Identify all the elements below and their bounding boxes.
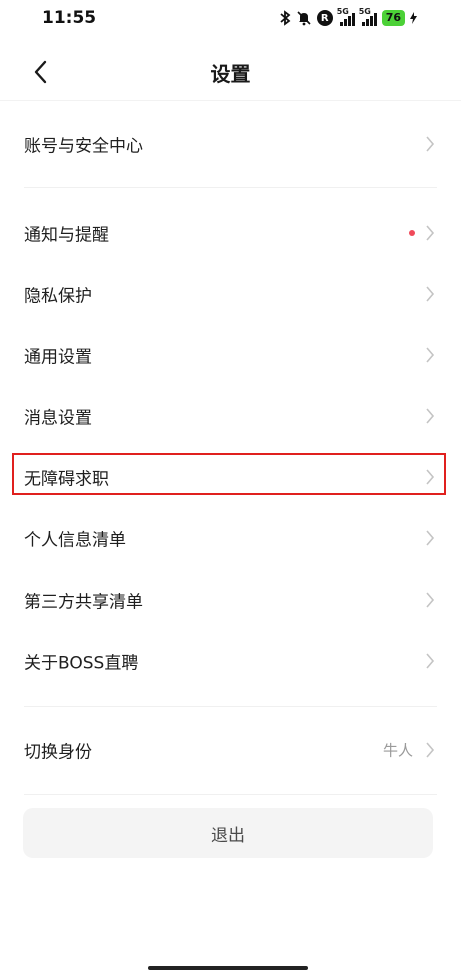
settings-item-third-party-list[interactable]: 第三方共享清单 [0,570,461,630]
settings-item-accessible-job[interactable]: 无障碍求职 [0,447,461,507]
chevron-right-icon [426,286,435,302]
section-divider [24,794,437,795]
logout-button[interactable]: 退出 [23,808,433,858]
settings-item-messages[interactable]: 消息设置 [0,386,461,446]
chevron-right-icon [426,530,435,546]
battery-icon: 76 [381,10,405,26]
settings-item-notifications[interactable]: 通知与提醒 [0,203,461,263]
page-title: 设置 [210,62,251,86]
identity-value: 牛人 [382,741,413,760]
settings-item-account-security[interactable]: 账号与安全中心 [0,114,461,174]
chevron-right-icon [426,742,435,758]
settings-item-privacy[interactable]: 隐私保护 [0,264,461,324]
chevron-right-icon [426,592,435,608]
signal-icon-1: 5G [336,7,355,26]
settings-item-about[interactable]: 关于BOSS直聘 [0,631,461,691]
status-time: 11:55 [42,8,97,28]
unread-dot-badge [409,230,415,236]
mute-icon [296,10,312,26]
settings-item-label: 消息设置 [24,408,92,429]
chevron-right-icon [426,469,435,485]
charging-icon [410,12,417,24]
settings-item-personal-info-list[interactable]: 个人信息清单 [0,508,461,568]
settings-item-label: 个人信息清单 [24,530,126,551]
section-divider [24,187,437,188]
settings-item-label: 账号与安全中心 [24,136,143,157]
chevron-right-icon [426,136,435,152]
status-icons: R 5G 5G 76 [279,7,417,27]
chevron-right-icon [426,653,435,669]
bluetooth-icon [279,10,291,26]
chevron-right-icon [426,408,435,424]
back-button[interactable] [20,52,60,92]
signal-icon-2: 5G [358,7,377,26]
settings-item-label: 通用设置 [24,347,92,368]
home-indicator[interactable] [148,966,308,970]
chevron-right-icon [426,347,435,363]
network-tag-2: 5G [358,7,371,16]
settings-item-label: 隐私保护 [24,286,92,307]
status-bar: 11:55 R 5G 5G 76 [0,0,461,36]
settings-item-label: 无障碍求职 [24,469,109,490]
settings-item-general[interactable]: 通用设置 [0,325,461,385]
r-badge-icon: R [316,10,333,26]
network-tag-1: 5G [336,7,349,16]
settings-item-switch-identity[interactable]: 切换身份 牛人 [0,720,461,780]
nav-bar: 设置 [0,44,461,101]
settings-item-label: 关于BOSS直聘 [24,653,139,674]
settings-item-label: 通知与提醒 [24,225,109,246]
chevron-left-icon [34,60,47,84]
settings-item-label: 第三方共享清单 [24,592,143,613]
section-divider [24,706,437,707]
logout-label: 退出 [211,825,245,846]
chevron-right-icon [426,225,435,241]
settings-item-label: 切换身份 [24,742,92,763]
